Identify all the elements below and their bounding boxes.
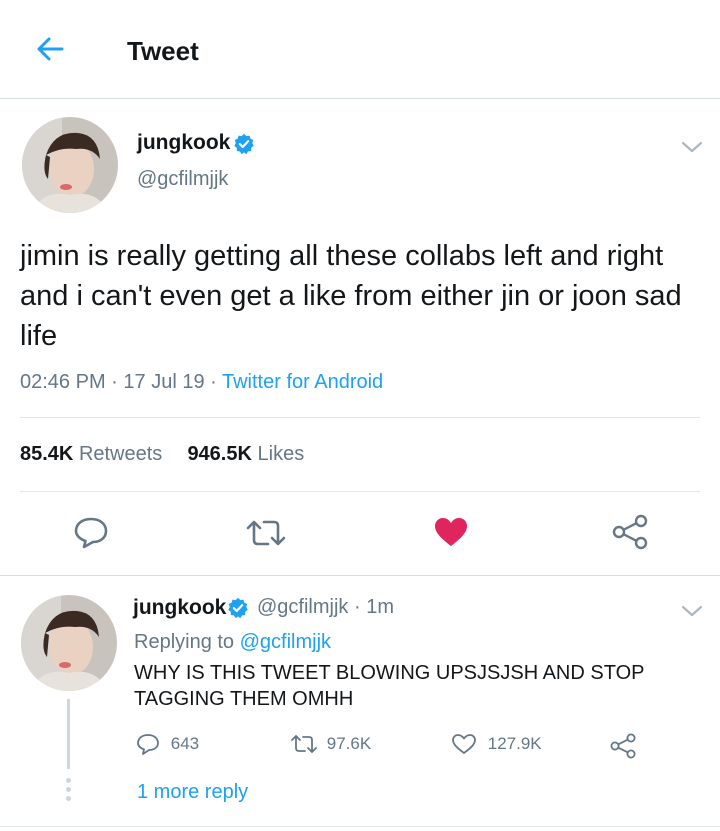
tweet-date: 17 Jul 19 — [123, 371, 205, 393]
tweet-source-link[interactable]: Twitter for Android — [222, 371, 383, 393]
avatar[interactable] — [22, 117, 118, 213]
avatar[interactable] — [21, 595, 117, 691]
chevron-down-icon[interactable] — [680, 140, 704, 154]
page-title: Tweet — [127, 36, 199, 66]
retweet-count: 97.6K — [326, 734, 372, 753]
more-replies-link[interactable]: 1 more reply — [137, 781, 248, 804]
retweet-icon[interactable] — [244, 516, 288, 550]
reply-author-handle[interactable]: @gcfilmjjk · 1m — [257, 596, 394, 619]
replying-to-link[interactable]: @gcfilmjjk — [240, 631, 331, 653]
reply-author-name[interactable]: jungkook — [133, 596, 226, 620]
divider — [0, 826, 720, 827]
divider — [20, 491, 700, 492]
verified-badge-icon — [234, 133, 254, 155]
tweet-meta: 02:46 PM · 17 Jul 19 · Twitter for Andro… — [20, 371, 384, 393]
reply-count: 643 — [170, 734, 200, 753]
thread-line — [67, 699, 70, 769]
likes-stat[interactable]: 946.5K Likes — [187, 443, 304, 465]
reply-reply-action[interactable]: 643 — [136, 733, 199, 755]
author-handle[interactable]: @gcfilmjjk — [137, 168, 228, 191]
divider — [20, 417, 700, 418]
replying-to: Replying to @gcfilmjjk — [134, 631, 332, 653]
verified-badge-icon — [228, 597, 248, 619]
reply-icon — [137, 734, 159, 755]
share-icon[interactable] — [609, 733, 637, 759]
heart-outline-icon — [452, 734, 476, 754]
reply-time: 1m — [366, 596, 394, 618]
retweets-stat[interactable]: 85.4K Retweets — [20, 443, 162, 465]
arrow-left-icon[interactable] — [34, 33, 66, 65]
reply-retweet-action[interactable]: 97.6K — [290, 733, 371, 755]
reply-icon[interactable] — [73, 514, 109, 550]
author-name[interactable]: jungkook — [137, 131, 230, 155]
share-icon[interactable] — [611, 514, 649, 550]
reply-like-action[interactable]: 127.9K — [451, 733, 542, 755]
like-icon[interactable] — [433, 516, 469, 548]
tweet-stats: 85.4K Retweets 946.5K Likes — [20, 443, 304, 466]
retweet-icon — [291, 735, 317, 753]
reply-text: WHY IS THIS TWEET BLOWING UPSJSJSH AND S… — [134, 662, 645, 710]
chevron-down-icon[interactable] — [680, 604, 704, 618]
divider — [0, 575, 720, 576]
like-count: 127.9K — [487, 734, 542, 753]
top-bar: Tweet — [0, 0, 720, 99]
tweet-text: jimin is really getting all these collab… — [20, 240, 682, 352]
tweet-time: 02:46 PM — [20, 371, 106, 393]
